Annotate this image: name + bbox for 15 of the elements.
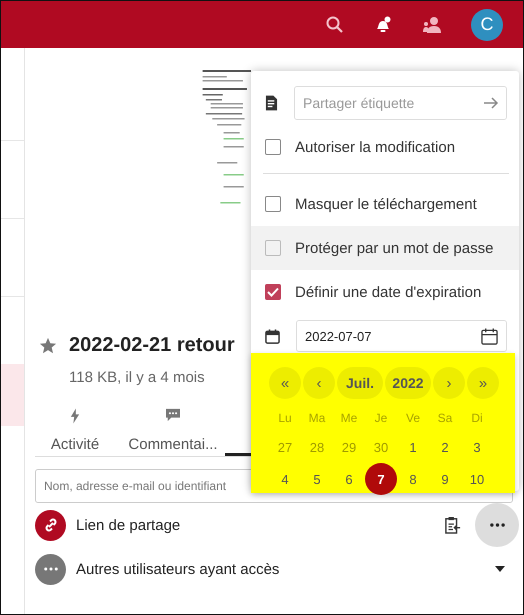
file-meta: 118 KB, il y a 4 mois [69,369,205,386]
weekday-label: Ve [404,411,421,425]
weekday-label: Je [374,411,388,425]
weekday-label: Lu [277,411,293,425]
option-label: Protéger par un mot de passe [295,240,494,256]
option-label: Autoriser la modification [295,138,456,156]
weekday-label: Di [470,411,484,425]
option-label: Masquer le téléchargement [295,196,477,212]
weekday-label: Ma [308,411,326,425]
weekday-label: Me [340,411,358,425]
option-label: Définir une date d'expiration [295,284,482,300]
share-label: Autres utilisateurs ayant accès [76,560,280,578]
weekday-label: Sa [436,411,454,425]
file-title: 2022-02-21 retour [69,334,235,357]
share-label: Lien de partage [76,516,182,534]
